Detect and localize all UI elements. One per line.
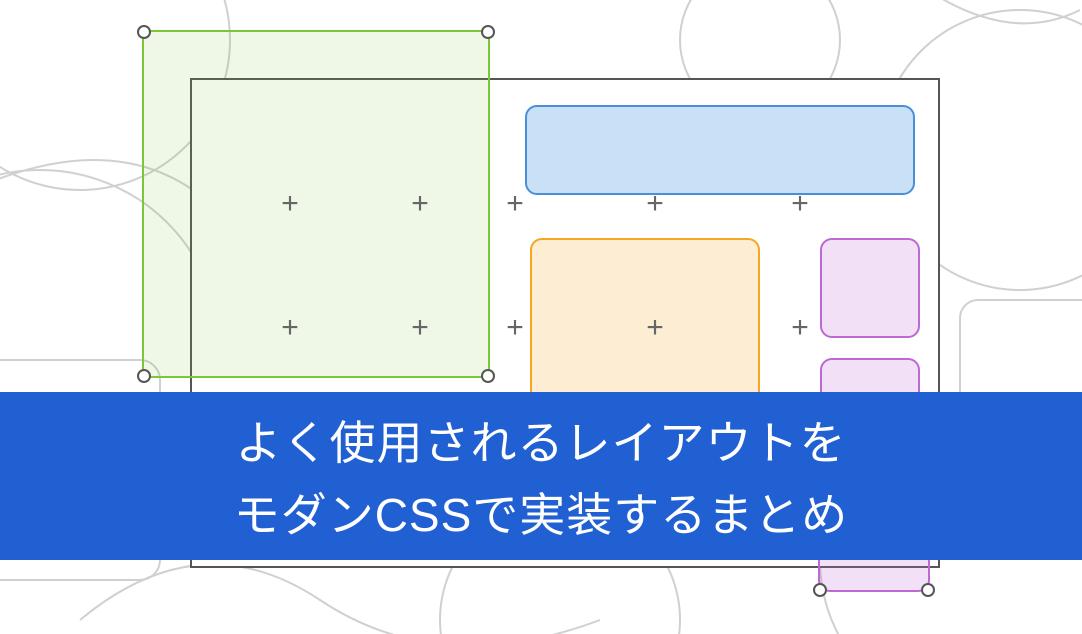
title-banner: よく使用されるレイアウトを モダンCSSで実装するまとめ xyxy=(0,392,1082,560)
title-line-2: モダンCSSで実装するまとめ xyxy=(234,479,849,545)
selection-handle-icon xyxy=(481,369,495,383)
selection-handle-icon xyxy=(813,583,827,597)
selection-handle-icon xyxy=(481,25,495,39)
selection-handle-icon xyxy=(921,583,935,597)
purple-block-1 xyxy=(820,238,920,338)
selection-handle-icon xyxy=(137,25,151,39)
title-line-1: よく使用されるレイアウトを xyxy=(236,407,847,473)
selection-handle-icon xyxy=(137,369,151,383)
blue-block xyxy=(525,105,915,195)
green-selection-box xyxy=(142,30,490,378)
